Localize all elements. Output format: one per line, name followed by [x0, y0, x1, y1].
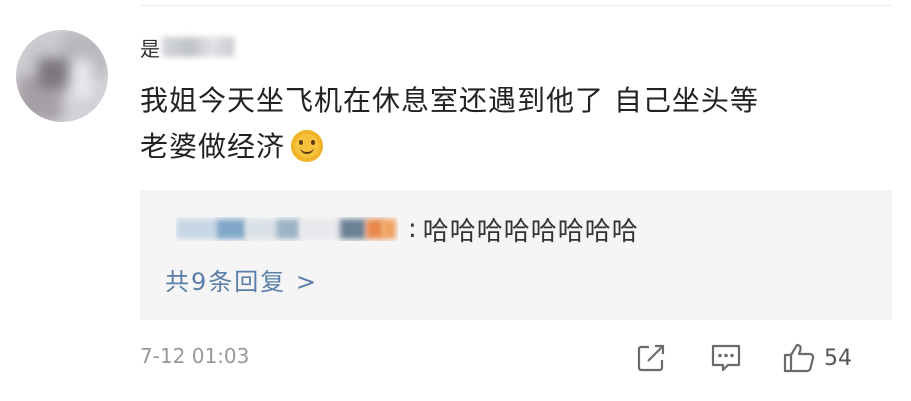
comment-icon	[711, 344, 741, 372]
like-button[interactable]: 54	[782, 338, 852, 378]
share-icon	[637, 344, 665, 372]
username-blurred	[162, 37, 234, 57]
comment-line-1: 我姐今天坐飞机在休息室还遇到他了 自己坐头等	[140, 84, 759, 117]
timestamp: 7-12 01:03	[140, 344, 250, 368]
view-replies-link[interactable]: 共9条回复 >	[165, 262, 318, 297]
reply-username-blurred[interactable]	[176, 217, 398, 241]
thumbs-up-icon	[783, 343, 815, 373]
reply-line: : 哈哈哈哈哈哈哈哈	[176, 210, 639, 248]
comment-line-2: 老婆做经济	[140, 130, 286, 163]
comment-button[interactable]	[710, 338, 742, 378]
share-button[interactable]	[636, 338, 666, 378]
username-visible-text: 是	[140, 36, 160, 61]
reply-separator: :	[408, 214, 417, 244]
comment-footer: 7-12 01:03 54	[140, 338, 892, 378]
username[interactable]: 是	[140, 33, 234, 61]
comment-card: 是 我姐今天坐飞机在休息室还遇到他了 自己坐头等 老婆做经济 : 哈哈哈哈哈哈哈…	[0, 0, 911, 401]
comment-body: 我姐今天坐飞机在休息室还遇到他了 自己坐头等 老婆做经济	[140, 78, 870, 170]
reply-preview[interactable]: : 哈哈哈哈哈哈哈哈 共9条回复 >	[140, 190, 892, 320]
reply-text: 哈哈哈哈哈哈哈哈	[422, 216, 639, 247]
comment-line-2-wrap: 老婆做经济	[140, 124, 870, 170]
avatar-image	[16, 30, 108, 122]
smile-emoji-icon	[291, 130, 324, 162]
like-count: 54	[824, 345, 852, 371]
avatar[interactable]	[16, 30, 108, 122]
divider	[140, 5, 892, 6]
